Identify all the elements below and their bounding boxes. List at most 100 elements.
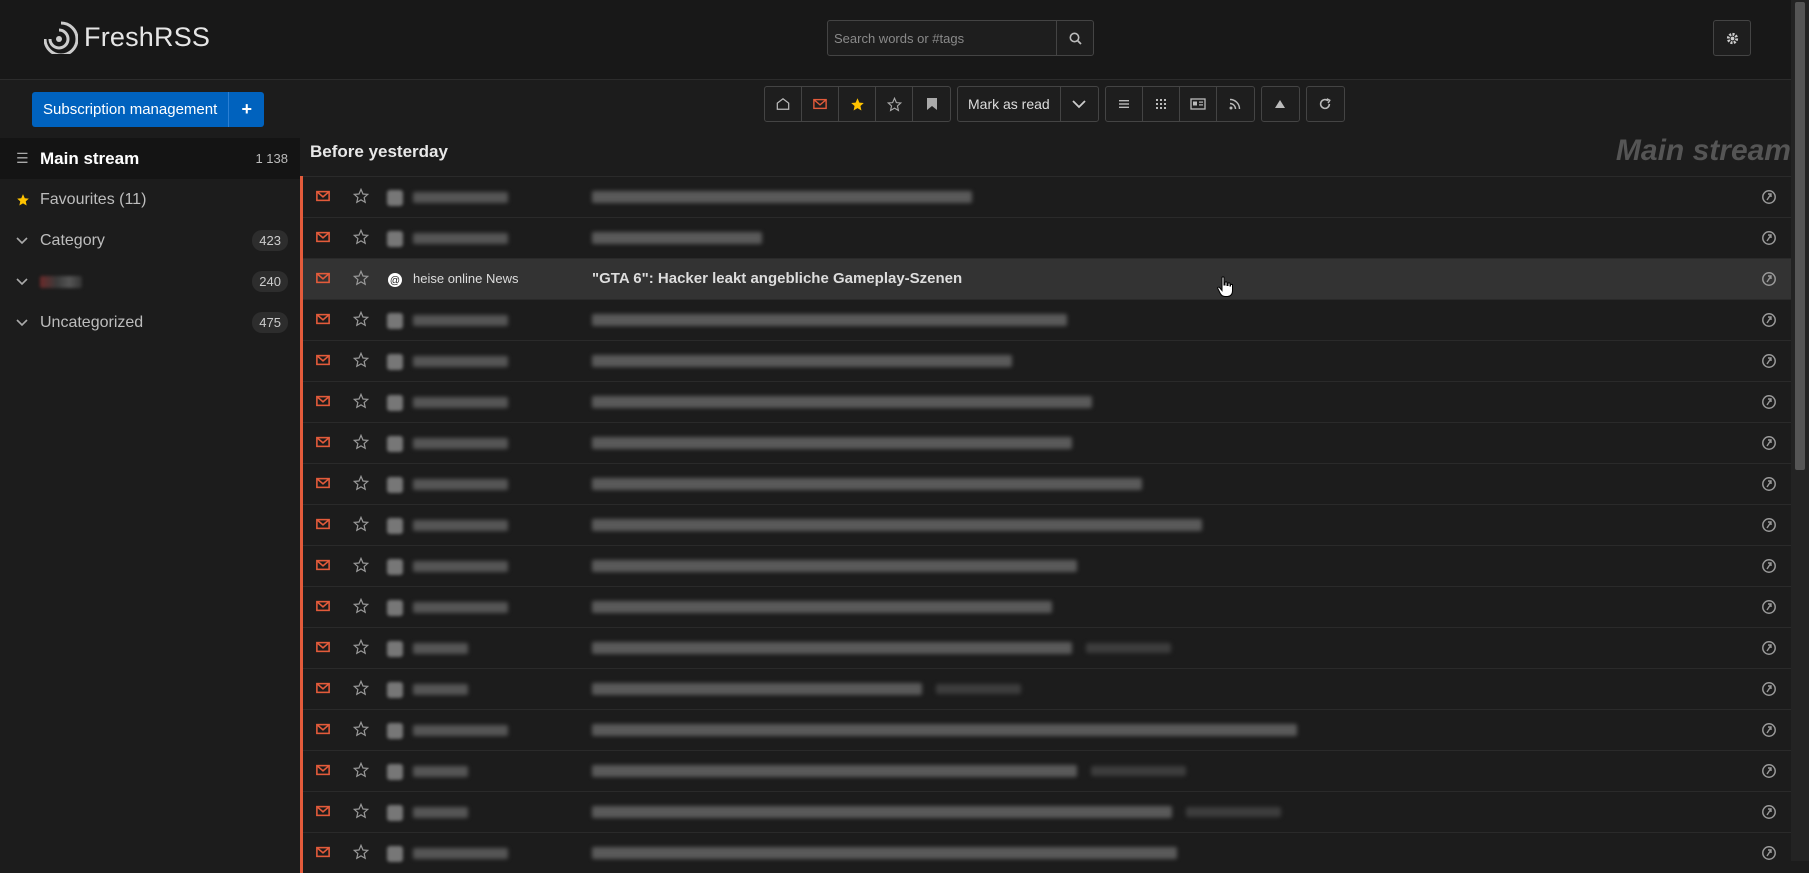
star-outline-icon[interactable]	[353, 680, 369, 696]
blurred-entry-title[interactable]	[592, 847, 1177, 859]
star-outline-icon[interactable]	[353, 434, 369, 450]
subscription-management-button[interactable]: Subscription management	[32, 92, 228, 127]
external-link-icon[interactable]	[1761, 599, 1777, 615]
star-outline-icon[interactable]	[353, 270, 369, 286]
external-link-icon[interactable]	[1761, 517, 1777, 533]
external-link-icon[interactable]	[1761, 230, 1777, 246]
star-outline-icon[interactable]	[353, 311, 369, 327]
star-outline-icon[interactable]	[353, 598, 369, 614]
unread-mail-icon[interactable]	[316, 436, 330, 448]
blurred-entry-title[interactable]	[592, 560, 1077, 572]
blurred-entry-title[interactable]	[592, 396, 1092, 408]
settings-button[interactable]	[1713, 20, 1751, 56]
sidebar-item-favourites[interactable]: Favourites (11)	[0, 179, 300, 220]
external-link-icon[interactable]	[1761, 722, 1777, 738]
unread-mail-icon[interactable]	[316, 231, 330, 243]
unread-mail-icon[interactable]	[316, 272, 330, 284]
unread-mail-icon[interactable]	[316, 764, 330, 776]
blurred-entry-title[interactable]	[592, 478, 1142, 490]
unread-mail-icon[interactable]	[316, 641, 330, 653]
sidebar-item-blurred-category[interactable]: 240	[0, 261, 300, 302]
entry-row[interactable]	[303, 340, 1791, 381]
unread-mail-icon[interactable]	[316, 313, 330, 325]
star-outline-icon[interactable]	[353, 352, 369, 368]
blurred-entry-title[interactable]	[592, 437, 1072, 449]
sidebar-item-category[interactable]: Category 423	[0, 220, 300, 261]
unread-mail-icon[interactable]	[316, 846, 330, 858]
search-button[interactable]	[1056, 21, 1093, 55]
scrollbar-thumb[interactable]	[1795, 2, 1805, 470]
star-outline-icon[interactable]	[353, 639, 369, 655]
external-link-icon[interactable]	[1761, 681, 1777, 697]
entry-row[interactable]	[303, 217, 1791, 258]
chevron-down-icon[interactable]	[16, 276, 40, 288]
entry-row[interactable]	[303, 504, 1791, 545]
entry-row[interactable]	[303, 545, 1791, 586]
blurred-entry-title[interactable]	[592, 724, 1297, 736]
external-link-icon[interactable]	[1761, 804, 1777, 820]
unread-mail-icon[interactable]	[316, 805, 330, 817]
blurred-entry-title[interactable]	[592, 314, 1067, 326]
entry-row[interactable]	[303, 586, 1791, 627]
external-link-icon[interactable]	[1761, 476, 1777, 492]
external-link-icon[interactable]	[1761, 845, 1777, 861]
entry-row[interactable]	[303, 463, 1791, 504]
blurred-entry-title[interactable]	[592, 519, 1202, 531]
sidebar-item-main-stream[interactable]: ☰ Main stream 1 138	[0, 138, 300, 179]
star-outline-icon[interactable]	[353, 475, 369, 491]
blurred-entry-title[interactable]	[592, 683, 922, 695]
entry-row[interactable]	[303, 750, 1791, 791]
star-outline-icon[interactable]	[353, 721, 369, 737]
blurred-entry-title[interactable]	[592, 232, 762, 244]
star-outline-icon[interactable]	[353, 762, 369, 778]
chevron-down-icon[interactable]	[16, 235, 40, 247]
entry-row[interactable]	[303, 709, 1791, 750]
add-subscription-button[interactable]: +	[228, 92, 264, 127]
blurred-entry-title[interactable]	[592, 806, 1172, 818]
freshrss-logo[interactable]: FreshRSS	[44, 20, 210, 54]
star-outline-icon[interactable]	[353, 516, 369, 532]
entry-title[interactable]: "GTA 6": Hacker leakt angebliche Gamepla…	[592, 270, 962, 287]
chevron-down-icon[interactable]	[16, 317, 40, 329]
scrollbar[interactable]	[1791, 0, 1809, 861]
external-link-icon[interactable]	[1761, 640, 1777, 656]
unread-mail-icon[interactable]	[316, 600, 330, 612]
entry-row[interactable]	[303, 791, 1791, 832]
blurred-entry-title[interactable]	[592, 355, 1012, 367]
star-outline-icon[interactable]	[353, 844, 369, 860]
search-input[interactable]	[828, 21, 1056, 55]
unread-mail-icon[interactable]	[316, 190, 330, 202]
sidebar-item-uncategorized[interactable]: Uncategorized 475	[0, 302, 300, 343]
unread-mail-icon[interactable]	[316, 518, 330, 530]
entry-row[interactable]	[303, 668, 1791, 709]
entry-row[interactable]	[303, 299, 1791, 340]
blurred-entry-title[interactable]	[592, 191, 972, 203]
star-outline-icon[interactable]	[353, 229, 369, 245]
unread-mail-icon[interactable]	[316, 559, 330, 571]
external-link-icon[interactable]	[1761, 763, 1777, 779]
entry-row[interactable]	[303, 381, 1791, 422]
blurred-entry-title[interactable]	[592, 601, 1052, 613]
unread-mail-icon[interactable]	[316, 354, 330, 366]
blurred-entry-title[interactable]	[592, 765, 1077, 777]
star-outline-icon[interactable]	[353, 393, 369, 409]
entry-row[interactable]	[303, 422, 1791, 463]
unread-mail-icon[interactable]	[316, 477, 330, 489]
unread-mail-icon[interactable]	[316, 723, 330, 735]
external-link-icon[interactable]	[1761, 353, 1777, 369]
entry-row[interactable]	[303, 176, 1791, 217]
external-link-icon[interactable]	[1761, 558, 1777, 574]
unread-mail-icon[interactable]	[316, 682, 330, 694]
star-outline-icon[interactable]	[353, 557, 369, 573]
entry-row[interactable]	[303, 627, 1791, 668]
blurred-entry-title[interactable]	[592, 642, 1072, 654]
external-link-icon[interactable]	[1761, 271, 1777, 287]
external-link-icon[interactable]	[1761, 312, 1777, 328]
external-link-icon[interactable]	[1761, 435, 1777, 451]
external-link-icon[interactable]	[1761, 189, 1777, 205]
unread-mail-icon[interactable]	[316, 395, 330, 407]
external-link-icon[interactable]	[1761, 394, 1777, 410]
entry-row[interactable]	[303, 832, 1791, 873]
star-outline-icon[interactable]	[353, 803, 369, 819]
star-outline-icon[interactable]	[353, 188, 369, 204]
